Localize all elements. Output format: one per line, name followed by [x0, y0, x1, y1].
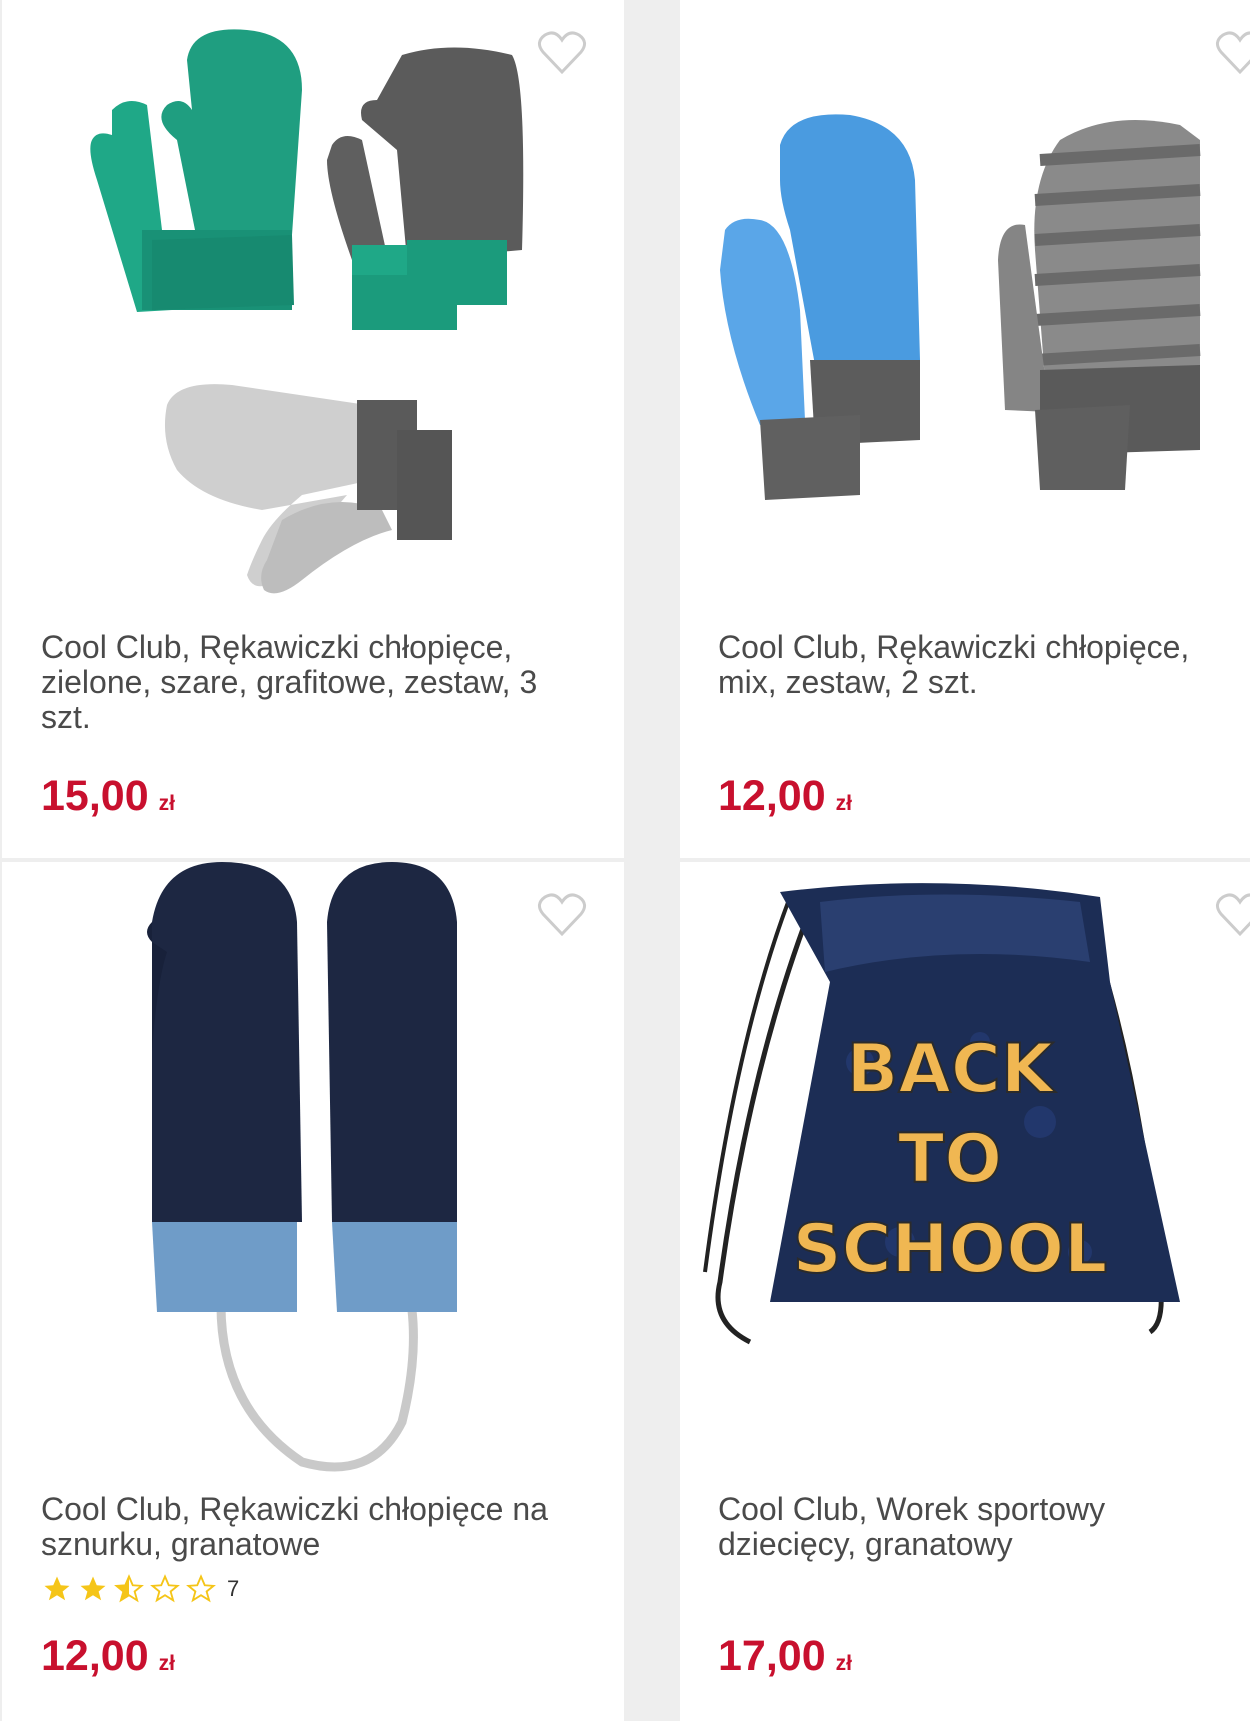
product-image[interactable]: BACK TO SCHOOL [680, 862, 1250, 1472]
price-value: 12,00 [718, 772, 826, 820]
price-currency: zł [158, 1652, 175, 1675]
blue-mitten [720, 114, 920, 500]
star-half-icon [114, 1574, 144, 1603]
rating-count: 7 [227, 1576, 240, 1601]
grey-mitten [327, 47, 524, 330]
bag-print-line-1: BACK [846, 1030, 1055, 1109]
product-price: 12,00 zł [718, 772, 852, 821]
product-title[interactable]: Cool Club, Rękawiczki chłopięce, mix, ze… [718, 630, 1238, 700]
product-title[interactable]: Cool Club, Worek sportowy dziecięcy, gra… [718, 1492, 1238, 1562]
bag-print-line-3: SCHOOL [793, 1210, 1108, 1289]
product-image[interactable] [2, 0, 624, 610]
price-currency: zł [835, 792, 852, 815]
product-price: 17,00 zł [718, 1632, 852, 1681]
product-card[interactable]: Cool Club, Rękawiczki chłopięce, mix, ze… [680, 0, 1250, 858]
navy-mittens-on-string [147, 862, 457, 1472]
favorite-heart-icon[interactable] [537, 892, 587, 938]
product-title[interactable]: Cool Club, Rękawiczki chłopięce na sznur… [41, 1492, 581, 1562]
product-price: 12,00 zł [41, 1632, 175, 1681]
product-card[interactable]: Cool Club, Rękawiczki chłopięce, zielone… [2, 0, 624, 858]
favorite-heart-icon[interactable] [1215, 892, 1250, 938]
product-image[interactable] [680, 0, 1250, 610]
price-currency: zł [835, 1652, 852, 1675]
drawstring-bag: BACK TO SCHOOL [703, 883, 1180, 1345]
light-grey-mitten [164, 384, 452, 594]
product-title[interactable]: Cool Club, Rękawiczki chłopięce, zielone… [41, 630, 581, 735]
star-full-icon [44, 1576, 70, 1601]
favorite-heart-icon[interactable] [537, 30, 587, 76]
product-image[interactable] [2, 862, 624, 1472]
price-value: 15,00 [41, 772, 149, 820]
favorite-heart-icon[interactable] [1215, 30, 1250, 76]
striped-mitten [998, 120, 1201, 490]
product-card[interactable]: BACK TO SCHOOL Cool Club, Worek sportowy… [680, 862, 1250, 1721]
product-rating: 7 [41, 1574, 239, 1604]
product-price: 15,00 zł [41, 772, 175, 821]
star-full-icon [80, 1576, 106, 1601]
price-value: 12,00 [41, 1632, 149, 1680]
star-empty-icon [150, 1574, 180, 1603]
price-currency: zł [158, 792, 175, 815]
green-mitten [90, 29, 302, 312]
bag-print-line-2: TO [898, 1120, 1002, 1199]
price-value: 17,00 [718, 1632, 826, 1680]
product-card[interactable]: Cool Club, Rękawiczki chłopięce na sznur… [2, 862, 624, 1721]
star-empty-icon [186, 1574, 216, 1603]
product-grid: Cool Club, Rękawiczki chłopięce, zielone… [0, 0, 1250, 1721]
